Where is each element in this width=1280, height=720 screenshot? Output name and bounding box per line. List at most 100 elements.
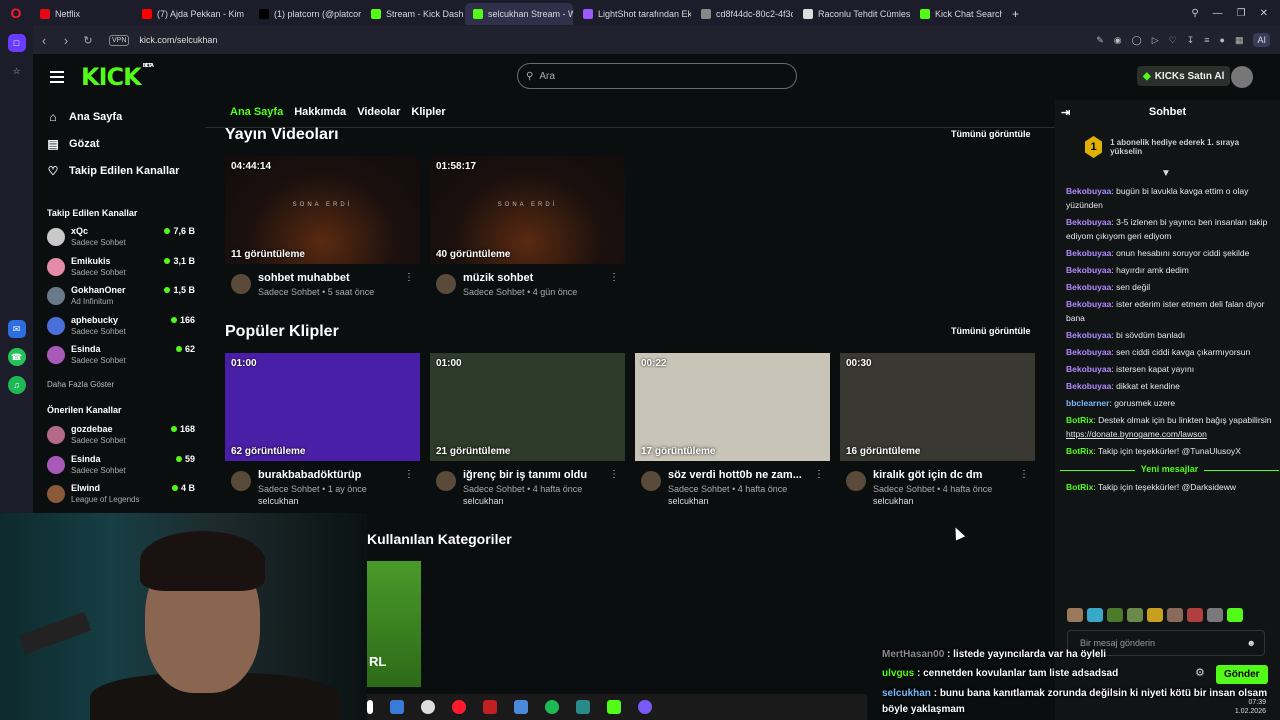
clip-author[interactable]: selcukhan xyxy=(873,496,914,506)
chat-username[interactable]: Bekobuyaa xyxy=(1066,217,1111,227)
emote-icon[interactable] xyxy=(1067,608,1083,622)
chat-username[interactable]: Bekobuyaa xyxy=(1066,364,1111,374)
edit-icon[interactable]: ✎ xyxy=(1096,35,1104,46)
emote-icon[interactable] xyxy=(1227,608,1243,622)
browser-tab[interactable]: LightShot tarafından Ekran xyxy=(575,3,691,25)
clip-title[interactable]: kiralık göt için dc dm xyxy=(873,469,1023,481)
camera-icon[interactable]: ◉ xyxy=(1114,35,1122,46)
clip-title[interactable]: söz verdi hott0b ne zam... xyxy=(668,469,818,481)
kick-logo[interactable]: KICK BETA xyxy=(81,63,154,91)
tab-videos[interactable]: Videolar xyxy=(357,106,400,118)
emote-icon[interactable] xyxy=(1207,608,1223,622)
taskbar-opera-icon[interactable] xyxy=(452,700,466,714)
clip-category[interactable]: Sadece Sohbet xyxy=(463,484,525,494)
search-input[interactable]: ⚲ Ara xyxy=(517,63,797,89)
tab-clips[interactable]: Klipler xyxy=(411,106,445,118)
video-title[interactable]: sohbet muhabbet xyxy=(258,272,408,284)
channel-avatar[interactable] xyxy=(641,471,661,491)
new-tab-icon[interactable]: + xyxy=(1004,3,1027,25)
more-options-icon[interactable]: ⋮ xyxy=(609,272,619,283)
clip-author[interactable]: selcukhan xyxy=(463,496,504,506)
video-card[interactable]: 04:44:14 SONA ERDİ 11 görüntüleme sohbet mu… xyxy=(225,156,420,297)
browser-tab[interactable]: (7) Ajda Pekkan - Kim xyxy=(134,3,249,25)
taskbar-app-icon[interactable] xyxy=(607,700,621,714)
clip-category[interactable]: Sadece Sohbet xyxy=(668,484,730,494)
clip-category[interactable]: Sadece Sohbet xyxy=(258,484,320,494)
chat-username[interactable]: Bekobuyaa xyxy=(1066,248,1111,258)
channel-avatar[interactable] xyxy=(436,471,456,491)
search-tabs-icon[interactable]: ⚲ xyxy=(1191,8,1198,19)
nav-home[interactable]: ⌂ Ana Sayfa xyxy=(47,110,122,124)
taskbar-spotify-icon[interactable] xyxy=(545,700,559,714)
channel-avatar[interactable] xyxy=(436,274,456,294)
emote-icon[interactable] xyxy=(1187,608,1203,622)
minimize-icon[interactable]: — xyxy=(1213,8,1223,19)
spotify-icon[interactable]: ♫ xyxy=(7,376,26,394)
tab-about[interactable]: Hakkımda xyxy=(294,106,346,118)
emote-icon[interactable] xyxy=(1167,608,1183,622)
clips-see-all-link[interactable]: Tümünü görüntüle xyxy=(951,326,1030,336)
channel-avatar[interactable] xyxy=(846,471,866,491)
video-category[interactable]: Sadece Sohbet xyxy=(463,287,525,297)
taskbar-app-icon[interactable] xyxy=(514,700,528,714)
clip-card[interactable]: 01:00 21 görüntüleme iğrenç bir iş tanımı … xyxy=(430,353,625,506)
nav-following[interactable]: ♡ Takip Edilen Kanallar xyxy=(47,164,180,178)
messenger-icon[interactable]: ✉ xyxy=(7,320,26,338)
sidebar-channel[interactable]: GokhanOner Ad Infinitum 1,5 B xyxy=(47,283,195,309)
chat-username[interactable]: BotRix xyxy=(1066,482,1093,492)
more-options-icon[interactable]: ⋮ xyxy=(404,469,414,480)
video-card[interactable]: 01:58:17 SONA ERDİ 40 görüntüleme müzik soh… xyxy=(430,156,625,297)
channel-avatar[interactable] xyxy=(231,471,251,491)
taskbar-app-icon[interactable] xyxy=(576,700,590,714)
video-title[interactable]: müzik sohbet xyxy=(463,272,613,284)
chat-username[interactable]: Bekobuyaa xyxy=(1066,265,1111,275)
browser-tab[interactable]: Stream - Kick Dashboard xyxy=(363,3,463,25)
taskbar-app-icon[interactable] xyxy=(421,700,435,714)
expand-pinned-icon[interactable]: ▼ xyxy=(1161,168,1171,179)
menu-icon[interactable]: ≡ xyxy=(1204,35,1209,45)
url-field[interactable]: kick.com/selcukhan xyxy=(139,35,217,45)
emote-icon[interactable] xyxy=(1107,608,1123,622)
clip-category[interactable]: Sadece Sohbet xyxy=(873,484,935,494)
emote-icon[interactable] xyxy=(1087,608,1103,622)
clip-thumbnail[interactable]: 00:30 16 görüntüleme xyxy=(840,353,1035,461)
chat-username[interactable]: Bekobuyaa xyxy=(1066,282,1111,292)
buy-kicks-button[interactable]: ◆ KICKs Satın Al xyxy=(1137,66,1231,86)
emote-icon[interactable] xyxy=(1127,608,1143,622)
channel-avatar[interactable] xyxy=(231,274,251,294)
chat-username[interactable]: BotRix xyxy=(1066,446,1093,456)
send-button[interactable]: Gönder xyxy=(1216,665,1268,684)
chat-username[interactable]: Bekobuyaa xyxy=(1066,186,1111,196)
chat-username[interactable]: bbclearner xyxy=(1066,398,1109,408)
taskbar-app-icon[interactable] xyxy=(638,700,652,714)
sidebar-channel[interactable]: Esinda Sadece Sohbet 59 xyxy=(47,452,195,478)
star-icon[interactable]: ☆ xyxy=(8,62,26,80)
clip-author[interactable]: selcukhan xyxy=(258,496,299,506)
extensions-icon[interactable]: ▦ xyxy=(1235,35,1244,46)
clip-card[interactable]: 01:00 62 görüntüleme burakbabadöktürüp Sade… xyxy=(225,353,420,506)
browser-tab[interactable]: selcukhan Stream - Watch xyxy=(465,3,573,25)
browser-tab[interactable]: cd8f44dc-80c2-4f3c-a3cc xyxy=(693,3,793,25)
restore-icon[interactable]: ❐ xyxy=(1237,8,1246,19)
clip-thumbnail[interactable]: 00:22 17 görüntüleme xyxy=(635,353,830,461)
chat-username[interactable]: Bekobuyaa xyxy=(1066,347,1111,357)
ai-button[interactable]: AI xyxy=(1253,33,1270,47)
sidebar-channel[interactable]: xQc Sadece Sohbet 7,6 B xyxy=(47,224,195,250)
sidebar-channel[interactable]: gozdebae Sadece Sohbet 168 xyxy=(47,422,195,448)
close-window-icon[interactable]: ✕ xyxy=(1260,8,1268,19)
chat-username[interactable]: Bekobuyaa xyxy=(1066,299,1111,309)
browser-tab[interactable]: (1) platcorn (@platcornw xyxy=(251,3,361,25)
sidebar-channel[interactable]: Elwind League of Legends 4 B xyxy=(47,481,195,507)
video-thumbnail[interactable]: 01:58:17 SONA ERDİ 40 görüntüleme xyxy=(430,156,625,264)
emote-icon[interactable] xyxy=(1147,608,1163,622)
more-options-icon[interactable]: ⋮ xyxy=(814,469,824,480)
videos-see-all-link[interactable]: Tümünü görüntüle xyxy=(951,129,1030,139)
gear-icon[interactable]: ⚙ xyxy=(1195,666,1205,679)
vpn-badge[interactable]: VPN xyxy=(109,34,130,46)
heart-icon[interactable]: ♡ xyxy=(1169,35,1177,46)
tab-home[interactable]: Ana Sayfa xyxy=(230,106,283,118)
chat-username[interactable]: Bekobuyaa xyxy=(1066,330,1111,340)
show-more-link[interactable]: Daha Fazla Göster xyxy=(47,380,114,389)
browser-tab[interactable]: Netflix xyxy=(32,3,132,25)
emoji-icon[interactable]: ☻ xyxy=(1247,638,1256,648)
